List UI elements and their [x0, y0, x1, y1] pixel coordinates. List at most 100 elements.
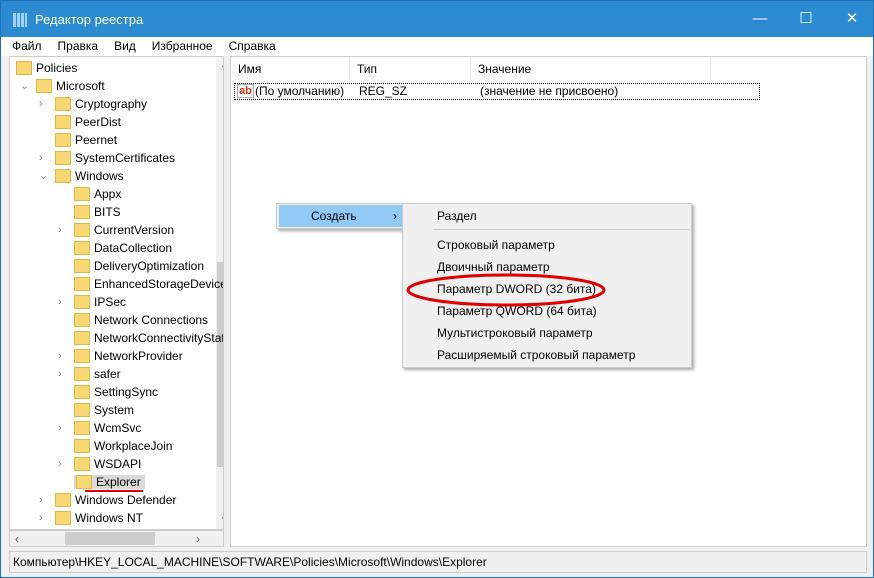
close-button[interactable]: ✕ — [829, 1, 874, 37]
tree-item[interactable]: › Windows NT — [39, 509, 143, 527]
menu-view[interactable]: Вид — [103, 37, 141, 56]
column-type[interactable]: Тип — [350, 57, 471, 81]
tree-item[interactable]: › IPSec — [58, 293, 127, 311]
tree-item-content: Windows NT — [55, 511, 143, 525]
create-label: Создать — [311, 209, 357, 223]
tree-item-label: Cryptography — [75, 97, 148, 111]
column-data[interactable]: Значение — [471, 57, 711, 81]
column-name[interactable]: Имя — [231, 57, 350, 81]
tree-item-content: Microsoft — [36, 79, 105, 93]
tree-item-label: WcmSvc — [94, 421, 142, 435]
tree-item-content: Windows — [55, 169, 124, 183]
window-title: Редактор реестра — [35, 12, 144, 27]
tree-item-content: Explorer — [74, 475, 145, 489]
folder-icon — [74, 241, 90, 255]
menu-favorites[interactable]: Избранное — [141, 37, 218, 56]
tree-item-content: DeliveryOptimization — [74, 259, 204, 273]
folder-icon — [74, 331, 90, 345]
folder-icon — [74, 277, 90, 291]
tree-item-label: Peernet — [75, 133, 118, 147]
tree-item[interactable]: System — [74, 401, 134, 419]
folder-icon — [55, 169, 71, 183]
folder-icon — [55, 493, 71, 507]
folder-icon — [74, 205, 90, 219]
minimize-button[interactable]: — — [737, 1, 783, 37]
tree-item-label: Windows — [75, 169, 124, 183]
tree-item[interactable]: Policies — [16, 59, 77, 77]
tree-item[interactable]: EnhancedStorageDevices — [74, 275, 224, 293]
value-row[interactable]: ab (По умолчанию) REG_SZ (значение не пр… — [234, 83, 760, 100]
tree-item[interactable]: DeliveryOptimization — [74, 257, 204, 275]
tree-item[interactable]: NetworkConnectivityStatusIndicator — [74, 329, 223, 347]
folder-icon — [55, 151, 71, 165]
tree-item-label: SystemCertificates — [75, 151, 176, 165]
chevron-right-icon[interactable]: › — [39, 149, 43, 167]
tree-item[interactable]: › Windows Defender — [39, 491, 177, 509]
submenu-item[interactable]: Мультистроковый параметр — [437, 322, 593, 344]
menu-bar: Файл Правка Вид Избранное Справка — [1, 37, 873, 56]
tree-item-content: BITS — [74, 205, 121, 219]
folder-icon — [74, 367, 90, 381]
folder-icon — [16, 61, 32, 75]
menu-file[interactable]: Файл — [1, 37, 47, 56]
chevron-right-icon[interactable]: › — [39, 491, 43, 509]
tree-item[interactable]: BITS — [74, 203, 121, 221]
tree-item[interactable]: Appx — [74, 185, 121, 203]
tree-item-label: BITS — [94, 205, 121, 219]
tree-item[interactable]: › WSDAPI — [58, 455, 141, 473]
menu-item-create[interactable]: Создать › — [279, 205, 405, 227]
submenu-item[interactable]: Строковый параметр — [437, 234, 555, 256]
chevron-right-icon[interactable]: › — [58, 365, 62, 383]
folder-icon — [36, 79, 52, 93]
tree-item-label: safer — [94, 367, 121, 381]
tree-horizontal-scrollbar[interactable]: ‹ › — [9, 530, 224, 547]
tree-item[interactable]: › CurrentVersion — [58, 221, 174, 239]
tree-vertical-scrollbar[interactable]: ▲ ▼ — [216, 57, 223, 529]
chevron-right-icon[interactable]: › — [58, 221, 62, 239]
tree-item[interactable]: ⌄ Microsoft — [20, 77, 105, 95]
chevron-right-icon[interactable]: › — [39, 95, 43, 113]
tree-item-label: EnhancedStorageDevices — [94, 277, 224, 291]
folder-icon — [74, 403, 90, 417]
tree-item-label: WorkplaceJoin — [94, 439, 173, 453]
submenu-item[interactable]: Раздел — [437, 205, 477, 227]
chevron-right-icon[interactable]: › — [58, 419, 62, 437]
folder-icon — [74, 259, 90, 273]
tree-item[interactable]: › safer — [58, 365, 121, 383]
tree-item[interactable]: SettingSync — [74, 383, 158, 401]
tree-item[interactable]: Explorer — [74, 473, 145, 491]
tree-item[interactable]: › Cryptography — [39, 95, 148, 113]
folder-icon — [74, 421, 90, 435]
submenu-item[interactable]: Расширяемый строковый параметр — [437, 344, 635, 366]
context-menu: Создать › — [276, 203, 406, 229]
tree-item-label: IPSec — [94, 295, 127, 309]
chevron-right-icon[interactable]: › — [58, 293, 62, 311]
tree-item[interactable]: › WcmSvc — [58, 419, 142, 437]
regedit-icon — [13, 13, 27, 27]
tree-item[interactable]: › NetworkProvider — [58, 347, 183, 365]
chevron-down-icon[interactable]: ⌄ — [39, 167, 48, 185]
key-tree[interactable]: ▲ ▼ Policies ⌄ Microsoft › Cryptography PeerD… — [9, 56, 224, 530]
chevron-right-icon[interactable]: › — [39, 509, 43, 527]
maximize-button[interactable]: ☐ — [783, 1, 829, 37]
chevron-right-icon[interactable]: › — [58, 455, 62, 473]
tree-item[interactable]: ⌄ Windows — [39, 167, 124, 185]
folder-icon — [74, 457, 90, 471]
tree-item-label: Windows Defender — [75, 493, 177, 507]
chevron-right-icon: › — [393, 209, 397, 223]
registry-editor-window: Редактор реестра — ☐ ✕ Файл Правка Вид И… — [0, 0, 874, 578]
tree-item[interactable]: PeerDist — [55, 113, 121, 131]
tree-item[interactable]: › SystemCertificates — [39, 149, 176, 167]
tree-item[interactable]: DataCollection — [74, 239, 172, 257]
hscroll-thumb[interactable] — [65, 532, 155, 545]
folder-icon — [74, 385, 90, 399]
tree-item[interactable]: Peernet — [55, 131, 117, 149]
tree-item-content: NetworkConnectivityStatusIndicator — [74, 331, 223, 345]
chevron-right-icon[interactable]: › — [58, 347, 62, 365]
tree-item[interactable]: WorkplaceJoin — [74, 437, 172, 455]
chevron-down-icon[interactable]: ⌄ — [20, 77, 29, 95]
tree-item[interactable]: Network Connections — [74, 311, 208, 329]
tree-item-content: Appx — [74, 187, 121, 201]
menu-edit[interactable]: Правка — [47, 37, 104, 56]
menu-help[interactable]: Справка — [218, 37, 281, 56]
